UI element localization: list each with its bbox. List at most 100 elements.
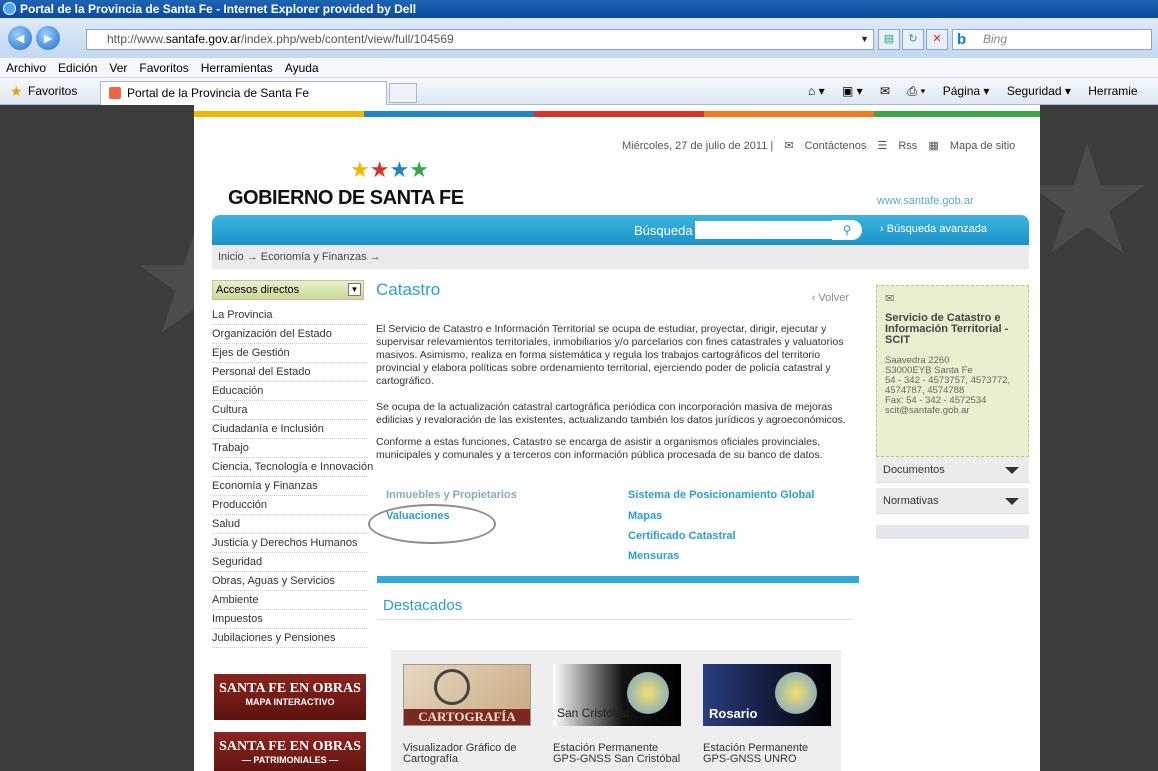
favorites-star-icon[interactable]: ★: [10, 78, 23, 105]
link-certificado[interactable]: Certificado Catastral: [628, 530, 736, 542]
site-search-input[interactable]: [695, 221, 832, 239]
update-paragraph: Se ocupa de la actualización catastral c…: [376, 401, 846, 426]
quick-access-dropdown[interactable]: Accesos directos ▼: [212, 280, 364, 300]
forward-button-icon[interactable]: ►: [36, 26, 60, 50]
menu-herramientas[interactable]: Herramientas: [201, 61, 273, 75]
contact-link[interactable]: ✉ Contáctenos: [784, 140, 866, 152]
sidebar-item[interactable]: Ciudadanía e Inclusión: [212, 420, 367, 439]
card-rosario[interactable]: Rosario Estación Permanente GPS-GNSS UNR…: [691, 650, 841, 771]
sidebar-item[interactable]: Obras, Aguas y Servicios: [212, 572, 367, 591]
cartography-image: CARTOGRAFÍA: [403, 664, 531, 726]
address-input[interactable]: http://www.santafe.gov.ar/index.php/web/…: [86, 29, 874, 50]
link-mapas[interactable]: Mapas: [628, 510, 662, 522]
url-prefix: http://www.: [107, 32, 166, 46]
advanced-search-label: Búsqueda avanzada: [886, 223, 988, 235]
contact-email[interactable]: scit@santafe.gob.ar: [885, 406, 1020, 416]
sidebar-item[interactable]: Producción: [212, 496, 367, 515]
link-mensuras[interactable]: Mensuras: [628, 550, 679, 562]
tab-portal[interactable]: Portal de la Provincia de Santa Fe: [100, 81, 387, 105]
site-search-label: Búsqueda: [634, 223, 693, 238]
sidebar-item[interactable]: Salud: [212, 515, 367, 534]
stripe-yellow: [194, 111, 364, 117]
card-san-cristobal[interactable]: San Cristóbal Estación Permanente GPS-GN…: [541, 650, 691, 771]
title-bar: Portal de la Provincia de Santa Fe - Int…: [0, 0, 1158, 18]
sidebar-item[interactable]: Educación: [212, 382, 367, 401]
feeds-icon[interactable]: ▣ ▾: [842, 84, 863, 98]
home-icon[interactable]: ⌂ ▾: [808, 84, 825, 98]
sidebar-item[interactable]: Trabajo: [212, 439, 367, 458]
featured-title: Destacados: [383, 597, 463, 614]
link-gps[interactable]: Sistema de Posicionamiento Global: [628, 489, 814, 501]
sidebar-item[interactable]: Justicia y Derechos Humanos: [212, 534, 367, 553]
sidebar-item[interactable]: Ambiente: [212, 591, 367, 610]
site-page: Miércoles, 27 de julio de 2011 | ✉ Contá…: [194, 105, 1040, 771]
new-tab-button[interactable]: [389, 83, 417, 103]
menu-archivo[interactable]: Archivo: [6, 61, 46, 75]
rosario-image: Rosario: [703, 664, 831, 726]
advanced-search-link[interactable]: › Búsqueda avanzada: [880, 223, 987, 235]
contact-phones: 54 - 342 - 4573757, 4573772, 4574787, 45…: [885, 375, 1011, 396]
compat-view-icon[interactable]: ▤: [878, 29, 900, 50]
url-domain: santafe.gov.ar: [165, 32, 241, 46]
left-sidebar: Accesos directos ▼ La Provincia Organiza…: [212, 280, 373, 648]
menu-bar: Archivo Edición Ver Favoritos Herramientas Ay…: [0, 58, 1158, 78]
section-separator: [377, 576, 859, 583]
contact-label: Contáctenos: [804, 140, 867, 152]
stripe-blue: [364, 111, 534, 117]
promo-patrimoniales[interactable]: SANTA FE EN OBRAS — PATRIMONIALES —: [214, 732, 366, 771]
documentos-dropdown[interactable]: Documentos: [876, 457, 1029, 483]
address-dropdown-icon[interactable]: ▼: [860, 30, 869, 49]
documentos-label: Documentos: [883, 464, 945, 476]
promo1-title: SANTA FE EN OBRAS: [219, 681, 361, 696]
search-placeholder: Bing: [983, 32, 1008, 46]
card-cartografia[interactable]: CARTOGRAFÍA Visualizador Gráfico de Cart…: [391, 650, 541, 771]
stripe-green: [874, 111, 1040, 117]
tools-menu[interactable]: Herramie: [1088, 84, 1137, 98]
link-inmuebles[interactable]: Inmuebles y Propietarios: [386, 489, 517, 501]
contact-box-title: Servicio de Catastro e Información Terri…: [885, 312, 1009, 346]
breadcrumb[interactable]: Inicio → Economía y Finanzas →: [212, 245, 1029, 269]
menu-favoritos[interactable]: Favoritos: [139, 61, 188, 75]
sidebar-item[interactable]: La Provincia: [212, 306, 367, 325]
rss-label: Rss: [898, 140, 918, 152]
sitemap-link[interactable]: ▦ Mapa de sitio: [928, 140, 1015, 152]
logo-text: GOBIERNO DE SANTA FE: [228, 187, 464, 209]
sidebar-item[interactable]: Impuestos: [212, 610, 367, 629]
sidebar-item[interactable]: Cultura: [212, 401, 367, 420]
stop-icon[interactable]: ✕: [926, 29, 948, 50]
url-path: /index.php/web/content/view/full/104569: [240, 32, 454, 46]
command-bar: ⌂ ▾ ▣ ▾ ✉ ⎙ ▾ Página ▾ Seguridad ▾ Herra…: [808, 78, 1152, 105]
sidebar-item[interactable]: Economía y Finanzas: [212, 477, 367, 496]
sidebar-item[interactable]: Ciencia, Tecnología e Innovación: [212, 458, 373, 477]
site-url: www.santafe.gob.ar: [877, 195, 974, 207]
card2-img-text: San Cristóbal: [557, 706, 630, 720]
back-link[interactable]: ‹ Volver: [812, 292, 849, 304]
page-menu[interactable]: Página ▾: [943, 84, 990, 98]
menu-edicion[interactable]: Edición: [58, 61, 97, 75]
search-input[interactable]: b Bing: [952, 29, 1152, 50]
sidebar-item[interactable]: Personal del Estado: [212, 363, 367, 382]
mail-icon[interactable]: ✉: [880, 84, 890, 98]
envelope-icon: ✉: [885, 293, 895, 305]
card3-caption: Estación Permanente GPS-GNSS UNRO: [703, 742, 809, 765]
featured-underline: [377, 619, 853, 620]
favorites-button[interactable]: Favoritos: [28, 78, 77, 105]
normativas-dropdown[interactable]: Normativas: [876, 488, 1029, 514]
back-button-icon[interactable]: ◄: [8, 26, 32, 50]
sidebar-item[interactable]: Jubilaciones y Pensiones: [212, 629, 367, 648]
refresh-icon[interactable]: ↻: [902, 29, 924, 50]
search-bar: Búsqueda ⚲ › Búsqueda avanzada: [212, 215, 1029, 245]
promo-mapa-interactivo[interactable]: SANTA FE EN OBRAS MAPA INTERACTIVO: [214, 674, 366, 720]
search-icon[interactable]: ⚲: [832, 220, 862, 240]
menu-ver[interactable]: Ver: [109, 61, 127, 75]
promo2-subtitle: — PATRIMONIALES —: [241, 755, 339, 765]
rss-link[interactable]: ☰ Rss: [877, 140, 917, 152]
security-menu[interactable]: Seguridad ▾: [1007, 84, 1071, 98]
print-icon[interactable]: ⎙ ▾: [907, 84, 925, 98]
menu-ayuda[interactable]: Ayuda: [285, 61, 319, 75]
sidebar-item[interactable]: Ejes de Gestión: [212, 344, 367, 363]
sidebar-item[interactable]: Organización del Estado: [212, 325, 367, 344]
card3-img-text: Rosario: [709, 706, 758, 721]
bing-icon: b: [957, 31, 967, 48]
sidebar-item[interactable]: Seguridad: [212, 553, 367, 572]
